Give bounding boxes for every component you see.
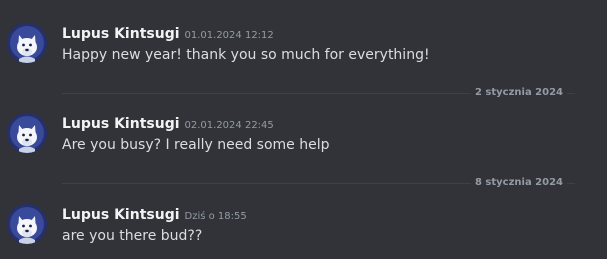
message-author[interactable]: Lupus Kintsugi bbox=[62, 116, 180, 132]
user-avatar[interactable] bbox=[7, 113, 47, 153]
message-timestamp: 01.01.2024 12:12 bbox=[184, 30, 274, 41]
date-divider-label: 2 stycznia 2024 bbox=[470, 85, 567, 101]
wolf-avatar-icon bbox=[7, 113, 47, 153]
user-avatar[interactable] bbox=[7, 204, 47, 244]
wolf-avatar-icon bbox=[7, 204, 47, 244]
message-text: Are you busy? I really need some help bbox=[62, 137, 330, 153]
wolf-avatar-icon bbox=[7, 23, 47, 63]
date-divider: 2 stycznia 2024 bbox=[62, 85, 607, 101]
message-text: are you there bud?? bbox=[62, 228, 203, 244]
message-timestamp: Dziś o 18:55 bbox=[184, 211, 247, 222]
chat-message: Lupus Kintsugi 01.01.2024 12:12 Happy new… bbox=[0, 23, 607, 83]
message-author[interactable]: Lupus Kintsugi bbox=[62, 207, 180, 223]
message-header: Lupus Kintsugi Dziś o 18:55 bbox=[62, 204, 247, 224]
user-avatar[interactable] bbox=[7, 23, 47, 63]
message-header: Lupus Kintsugi 02.01.2024 22:45 bbox=[62, 113, 274, 133]
chat-message: Lupus Kintsugi 02.01.2024 22:45 Are you b… bbox=[0, 113, 607, 173]
message-author[interactable]: Lupus Kintsugi bbox=[62, 26, 180, 42]
chat-message: Lupus Kintsugi Dziś o 18:55 are you there… bbox=[0, 204, 607, 259]
date-divider: 8 stycznia 2024 bbox=[62, 175, 607, 191]
message-header: Lupus Kintsugi 01.01.2024 12:12 bbox=[62, 23, 274, 43]
chat-message-list: Lupus Kintsugi 01.01.2024 12:12 Happy new… bbox=[0, 0, 607, 259]
date-divider-label: 8 stycznia 2024 bbox=[470, 175, 567, 191]
message-text: Happy new year! thank you so much for ev… bbox=[62, 47, 430, 63]
message-timestamp: 02.01.2024 22:45 bbox=[184, 120, 274, 131]
